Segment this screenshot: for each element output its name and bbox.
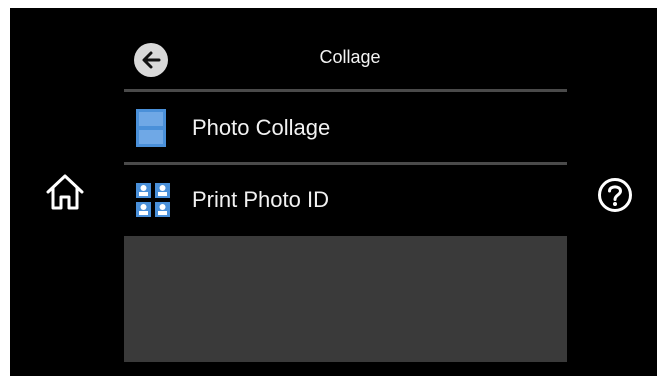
page-title: Collage [319, 47, 381, 67]
menu-item-label: Photo Collage [192, 115, 331, 140]
divider [124, 89, 567, 92]
divider [124, 162, 567, 165]
back-button[interactable] [134, 43, 168, 77]
home-button[interactable] [44, 172, 86, 217]
help-button[interactable] [597, 177, 633, 218]
empty-list-area [124, 236, 567, 362]
help-icon [598, 178, 632, 212]
photo-id-icon [136, 183, 170, 217]
photo-collage-icon [136, 109, 166, 147]
menu-item-print-photo-id[interactable]: Print Photo ID [124, 167, 567, 233]
menu-item-label: Print Photo ID [192, 187, 329, 212]
home-icon [46, 174, 84, 210]
back-arrow-icon [142, 51, 161, 69]
menu-item-photo-collage[interactable]: Photo Collage [124, 95, 567, 161]
